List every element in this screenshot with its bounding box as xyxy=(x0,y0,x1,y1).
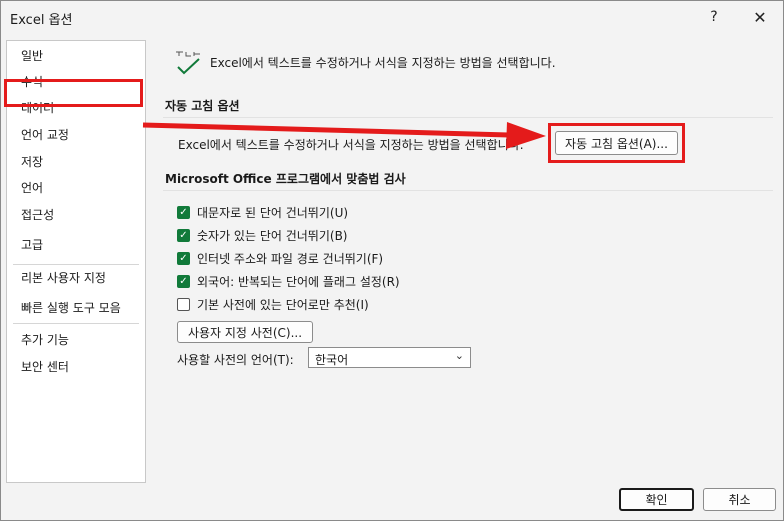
sidebar-item-general[interactable]: 일반 xyxy=(7,43,145,69)
sidebar-item-trust-center[interactable]: 보안 센터 xyxy=(7,354,145,380)
option-label: 외국어: 반복되는 단어에 플래그 설정(R) xyxy=(197,274,400,289)
title-bar: Excel 옵션 ? ✕ xyxy=(1,1,783,33)
option-flag-repeated-words[interactable]: ✓ 외국어: 반복되는 단어에 플래그 설정(R) xyxy=(177,272,400,290)
close-button[interactable]: ✕ xyxy=(745,5,775,29)
option-label: 인터넷 주소와 파일 경로 건너뛰기(F) xyxy=(197,251,384,266)
checkbox-checked[interactable]: ✓ xyxy=(177,205,190,219)
dictionary-language-label: 사용할 사전의 언어(T): xyxy=(177,353,294,367)
window-title: Excel 옵션 xyxy=(10,13,73,28)
cancel-button[interactable]: 취소 xyxy=(703,488,776,511)
close-icon: ✕ xyxy=(753,7,767,27)
chevron-down-icon: ⌄ xyxy=(454,349,464,362)
sidebar-item-quick-access-toolbar[interactable]: 빠른 실행 도구 모음 xyxy=(7,295,145,321)
section-divider xyxy=(163,190,773,191)
section-divider xyxy=(163,117,773,118)
checkbox-checked[interactable]: ✓ xyxy=(177,274,190,288)
option-label: 숫자가 있는 단어 건너뛰기(B) xyxy=(197,228,348,243)
sidebar-item-add-ins[interactable]: 추가 기능 xyxy=(7,327,145,353)
sidebar-divider xyxy=(13,323,139,324)
custom-dictionaries-button[interactable]: 사용자 지정 사전(C)... xyxy=(177,321,313,343)
ok-button[interactable]: 확인 xyxy=(619,488,694,511)
sidebar-item-accessibility[interactable]: 접근성 xyxy=(7,202,145,228)
autocorrect-section-title: 자동 고침 옵션 xyxy=(165,99,240,113)
option-label: 대문자로 된 단어 건너뛰기(U) xyxy=(197,205,349,220)
proofing-highlight-box xyxy=(4,79,143,107)
proofing-header-text: Excel에서 텍스트를 수정하거나 서식을 지정하는 방법을 선택합니다. xyxy=(210,56,556,70)
proofing-check-icon xyxy=(176,51,200,75)
autocorrect-description: Excel에서 텍스트를 수정하거나 서식을 지정하는 방법을 선택합니다. xyxy=(178,138,524,152)
option-ignore-internet-paths[interactable]: ✓ 인터넷 주소와 파일 경로 건너뛰기(F) xyxy=(177,249,383,267)
option-ignore-numbers[interactable]: ✓ 숫자가 있는 단어 건너뛰기(B) xyxy=(177,226,347,244)
help-button[interactable]: ? xyxy=(699,5,729,29)
help-icon: ? xyxy=(710,9,718,25)
checkbox-unchecked[interactable] xyxy=(177,297,190,311)
sidebar-item-save[interactable]: 저장 xyxy=(7,149,145,175)
autocorrect-button-highlight-box xyxy=(548,123,685,163)
checkbox-checked[interactable]: ✓ xyxy=(177,228,190,242)
sidebar-item-advanced[interactable]: 고급 xyxy=(7,232,145,258)
dictionary-language-select[interactable]: 한국어 ⌄ xyxy=(308,347,471,368)
sidebar-item-proofing[interactable]: 언어 교정 xyxy=(7,122,145,148)
option-main-dictionary-only[interactable]: 기본 사전에 있는 단어로만 추천(I) xyxy=(177,295,369,313)
checkbox-checked[interactable]: ✓ xyxy=(177,251,190,265)
spelling-section-title: Microsoft Office 프로그램에서 맞춤법 검사 xyxy=(165,172,406,186)
dictionary-language-value: 한국어 xyxy=(315,353,349,367)
option-ignore-uppercase[interactable]: ✓ 대문자로 된 단어 건너뛰기(U) xyxy=(177,203,348,221)
option-label: 기본 사전에 있는 단어로만 추천(I) xyxy=(197,297,369,312)
sidebar-item-language[interactable]: 언어 xyxy=(7,175,145,201)
sidebar-item-customize-ribbon[interactable]: 리본 사용자 지정 xyxy=(7,265,145,291)
